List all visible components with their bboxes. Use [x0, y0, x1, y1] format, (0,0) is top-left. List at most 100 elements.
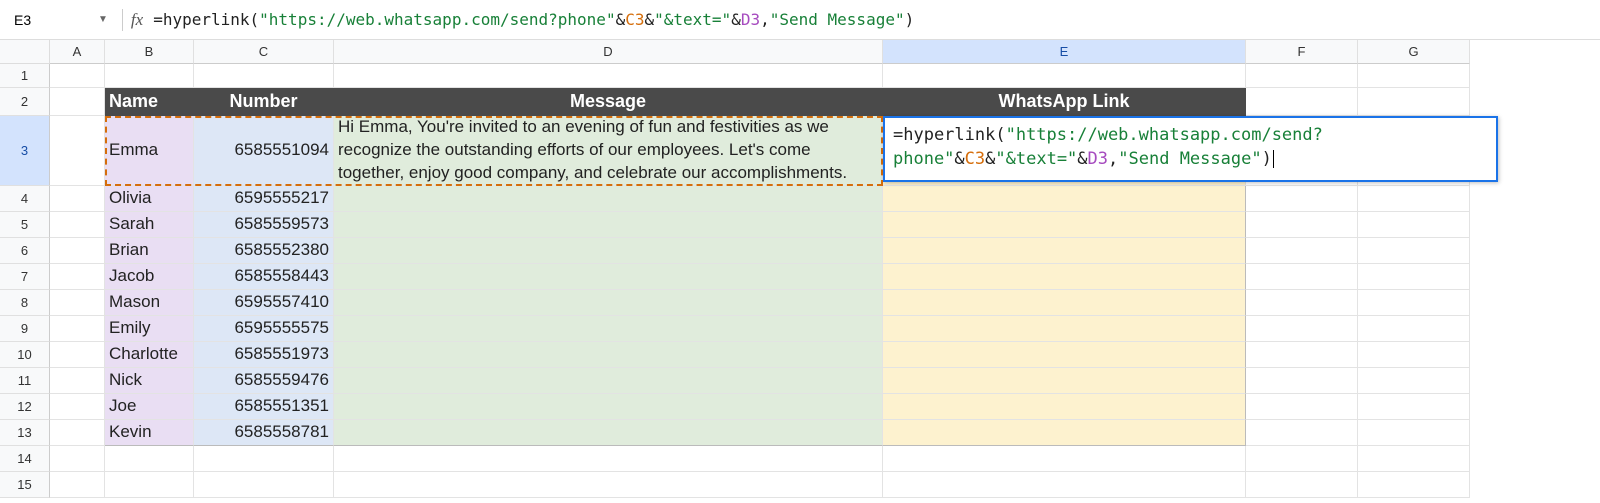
row-header-11[interactable]: 11 [0, 368, 50, 394]
row-header-1[interactable]: 1 [0, 64, 50, 88]
cell[interactable] [50, 264, 105, 290]
cell-number[interactable]: 6585558781 [194, 420, 334, 446]
cell[interactable] [1246, 368, 1358, 394]
cell[interactable] [1358, 88, 1470, 116]
cell[interactable] [1358, 238, 1470, 264]
cell-message[interactable] [334, 212, 883, 238]
cell-name[interactable]: Olivia [105, 186, 194, 212]
cell-name[interactable]: Nick [105, 368, 194, 394]
header-message[interactable]: Message [334, 88, 883, 116]
cell[interactable] [334, 472, 883, 498]
col-header-D[interactable]: D [334, 40, 883, 64]
cell[interactable] [334, 446, 883, 472]
cell-link[interactable] [883, 264, 1246, 290]
cell-message[interactable] [334, 186, 883, 212]
cell[interactable] [50, 290, 105, 316]
row-header-14[interactable]: 14 [0, 446, 50, 472]
cell-number[interactable]: 6595555217 [194, 186, 334, 212]
cell-link[interactable] [883, 212, 1246, 238]
cell[interactable] [194, 64, 334, 88]
cell-link[interactable] [883, 290, 1246, 316]
cell[interactable] [1358, 212, 1470, 238]
cell-name[interactable]: Emma [105, 116, 194, 186]
cell[interactable] [1358, 446, 1470, 472]
row-header-3[interactable]: 3 [0, 116, 50, 186]
cell-number[interactable]: 6585559476 [194, 368, 334, 394]
cell-link[interactable] [883, 394, 1246, 420]
cell-number[interactable]: 6595555575 [194, 316, 334, 342]
formula-input[interactable]: =hyperlink("https://web.whatsapp.com/sen… [153, 10, 1592, 29]
cell-editor[interactable]: =hyperlink("https://web.whatsapp.com/sen… [883, 116, 1498, 182]
name-box[interactable] [8, 7, 92, 33]
header-name[interactable]: Name [105, 88, 194, 116]
row-header-10[interactable]: 10 [0, 342, 50, 368]
cell[interactable] [1358, 64, 1470, 88]
col-header-E[interactable]: E [883, 40, 1246, 64]
cell-number[interactable]: 6585552380 [194, 238, 334, 264]
cell[interactable] [105, 472, 194, 498]
cell-message[interactable] [334, 238, 883, 264]
cell-name[interactable]: Charlotte [105, 342, 194, 368]
cell-link[interactable] [883, 420, 1246, 446]
cell-number[interactable]: 6585551973 [194, 342, 334, 368]
header-number[interactable]: Number [194, 88, 334, 116]
row-header-5[interactable]: 5 [0, 212, 50, 238]
cell[interactable] [1358, 420, 1470, 446]
col-header-C[interactable]: C [194, 40, 334, 64]
cell[interactable] [50, 238, 105, 264]
cell-message[interactable]: Hi Emma, You're invited to an evening of… [334, 116, 883, 186]
cell[interactable] [1246, 64, 1358, 88]
cell[interactable] [105, 446, 194, 472]
col-header-G[interactable]: G [1358, 40, 1470, 64]
cell[interactable] [1246, 420, 1358, 446]
cell-link[interactable] [883, 316, 1246, 342]
cell[interactable] [50, 186, 105, 212]
grid-body[interactable]: Name Number Message WhatsApp Link Emma 6… [50, 64, 1470, 498]
cell[interactable] [1358, 394, 1470, 420]
cell-number[interactable]: 6585559573 [194, 212, 334, 238]
cell[interactable] [1246, 290, 1358, 316]
header-whatsapp-link[interactable]: WhatsApp Link [883, 88, 1246, 116]
cell[interactable] [50, 368, 105, 394]
cell-message[interactable] [334, 420, 883, 446]
select-all-corner[interactable] [0, 40, 50, 64]
cell-link[interactable] [883, 342, 1246, 368]
cell-number[interactable]: 6585558443 [194, 264, 334, 290]
cell[interactable] [883, 446, 1246, 472]
cell-name[interactable]: Jacob [105, 264, 194, 290]
cell[interactable] [1358, 316, 1470, 342]
cell[interactable] [50, 316, 105, 342]
col-header-A[interactable]: A [50, 40, 105, 64]
cell[interactable] [194, 446, 334, 472]
cell-link[interactable] [883, 368, 1246, 394]
cell[interactable] [1358, 368, 1470, 394]
cell[interactable] [1358, 186, 1470, 212]
cell-name[interactable]: Mason [105, 290, 194, 316]
col-header-F[interactable]: F [1246, 40, 1358, 64]
cell[interactable] [1358, 264, 1470, 290]
cell[interactable] [50, 116, 105, 186]
cell[interactable] [1246, 316, 1358, 342]
cell[interactable] [334, 64, 883, 88]
cell[interactable] [1358, 342, 1470, 368]
cell[interactable] [50, 446, 105, 472]
name-box-dropdown-icon[interactable]: ▼ [92, 14, 114, 25]
cell[interactable] [194, 472, 334, 498]
cell-number[interactable]: 6585551351 [194, 394, 334, 420]
cell[interactable] [1358, 472, 1470, 498]
cell-message[interactable] [334, 264, 883, 290]
row-header-9[interactable]: 9 [0, 316, 50, 342]
cell[interactable] [50, 342, 105, 368]
cell[interactable] [1246, 186, 1358, 212]
cell[interactable] [1246, 342, 1358, 368]
cell[interactable] [1246, 212, 1358, 238]
cell-name[interactable]: Emily [105, 316, 194, 342]
cell[interactable] [1358, 290, 1470, 316]
cell-name[interactable]: Sarah [105, 212, 194, 238]
cell-name[interactable]: Brian [105, 238, 194, 264]
cell-message[interactable] [334, 368, 883, 394]
cell-link[interactable] [883, 186, 1246, 212]
row-header-7[interactable]: 7 [0, 264, 50, 290]
cell-name[interactable]: Kevin [105, 420, 194, 446]
row-header-8[interactable]: 8 [0, 290, 50, 316]
